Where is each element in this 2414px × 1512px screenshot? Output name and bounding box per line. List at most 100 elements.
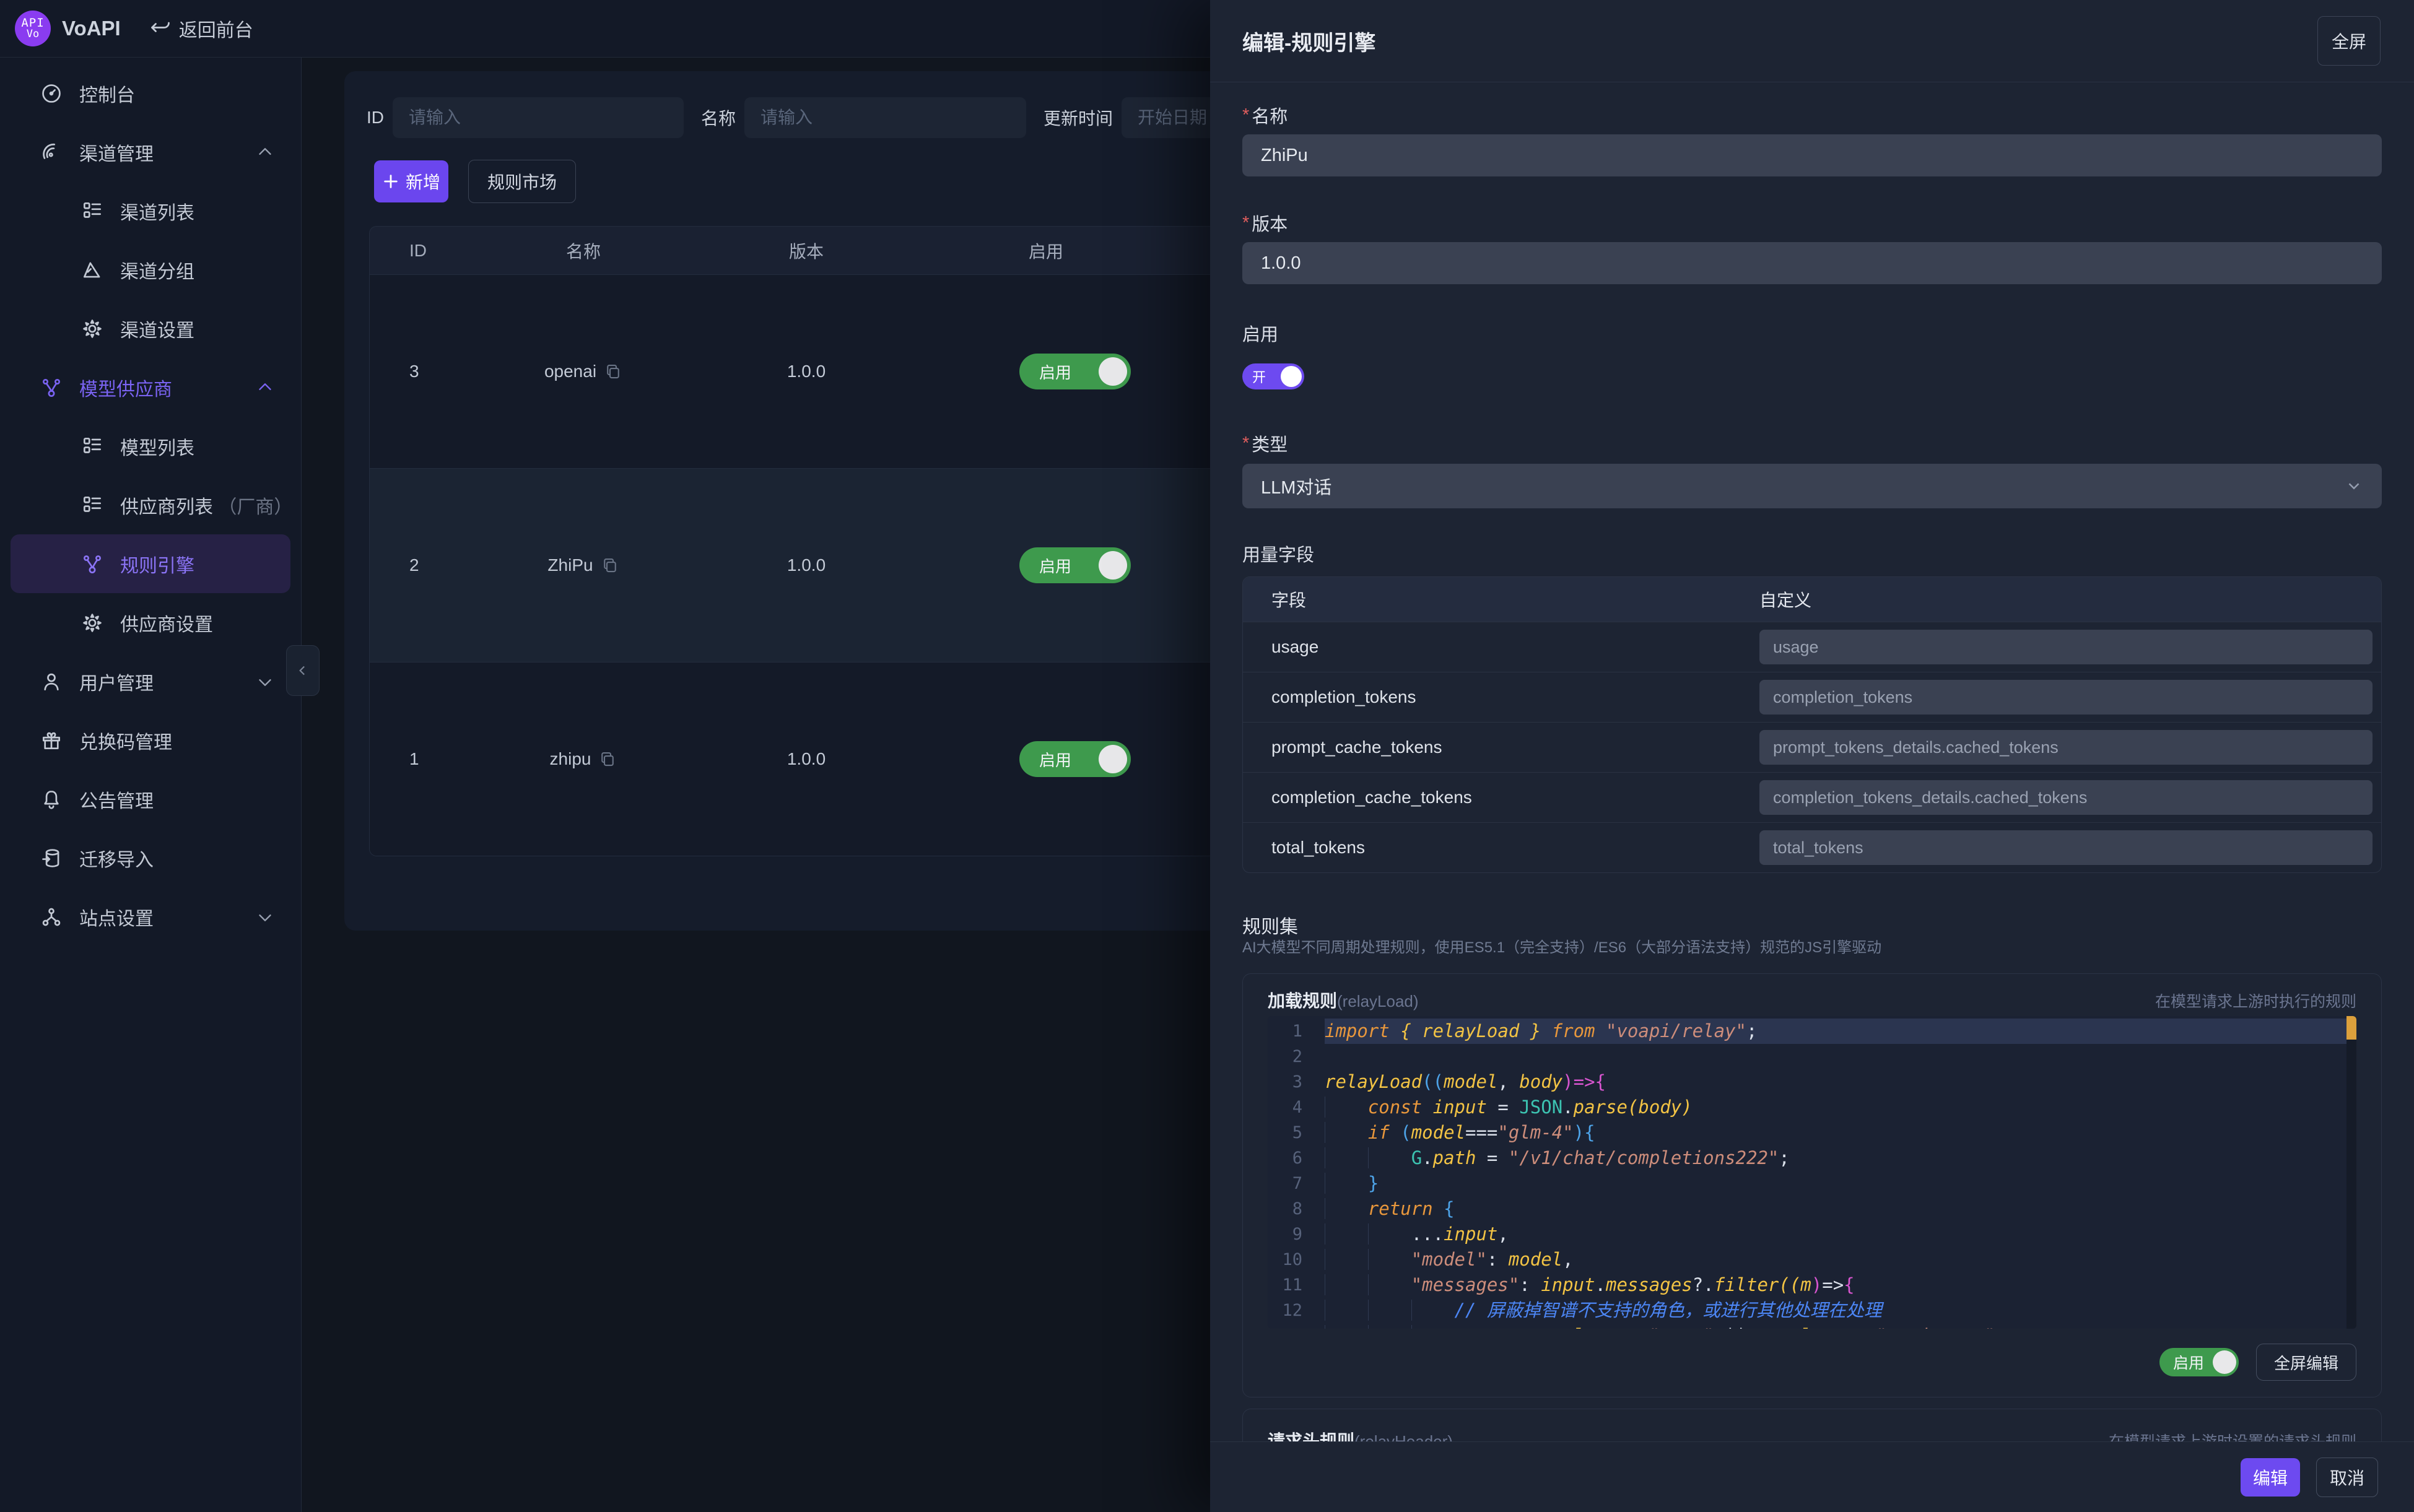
- drawer-header: 编辑-规则引擎 全屏: [1210, 0, 2414, 82]
- filter-name-input[interactable]: [744, 97, 1026, 138]
- cancel-button[interactable]: 取消: [2316, 1458, 2378, 1497]
- type-select[interactable]: LLM对话: [1242, 464, 2382, 508]
- sidebar-item-迁移导入[interactable]: 迁移导入: [11, 828, 290, 887]
- sidebar-item-兑换码管理[interactable]: 兑换码管理: [11, 711, 290, 770]
- drawer-body: 名称 版本 启用 开 类型 LLM对话 用量字段 字段 自定义 usagecom…: [1210, 82, 2414, 1441]
- code-line-content: }: [1325, 1171, 2356, 1196]
- line-number: 5: [1268, 1120, 1325, 1145]
- group-icon: [81, 258, 104, 282]
- editor-scrollbar-thumb[interactable]: [2346, 1016, 2356, 1040]
- code-line[interactable]: 5 if (model==="glm-4"){: [1268, 1120, 2356, 1145]
- line-number: 13: [1268, 1323, 1325, 1329]
- ruleset-description: AI大模型不同周期处理规则，使用ES5.1（完全支持）/ES6（大部分语法支持）…: [1242, 936, 2382, 955]
- code-line[interactable]: 11 "messages": input.messages?.filter((m…: [1268, 1272, 2356, 1298]
- code-line-content: [1325, 1044, 2356, 1069]
- row-id: 3: [370, 362, 487, 381]
- enable-toggle[interactable]: 开: [1242, 363, 1304, 389]
- relay-header-tag: (relayHeader): [1354, 1432, 1453, 1441]
- sidebar-item-suffix: （厂商）: [213, 497, 292, 518]
- line-number: 1: [1268, 1019, 1325, 1044]
- fullscreen-button[interactable]: 全屏: [2317, 16, 2381, 66]
- branch-icon: [81, 552, 104, 576]
- code-line[interactable]: 8 return {: [1268, 1196, 2356, 1222]
- sidebar-item-label: 渠道管理: [79, 139, 154, 166]
- sidebar-item-规则引擎[interactable]: 规则引擎: [11, 534, 290, 593]
- code-line[interactable]: 13 return m.role === "user" || m.role ==…: [1268, 1323, 2356, 1329]
- usage-custom-input-prompt_cache_tokens[interactable]: [1759, 730, 2373, 765]
- code-line-content: return {: [1325, 1196, 2356, 1222]
- usage-custom-input-total_tokens[interactable]: [1759, 830, 2373, 865]
- line-number: 11: [1268, 1272, 1325, 1298]
- back-label: 返回前台: [179, 15, 253, 42]
- code-line[interactable]: 2: [1268, 1044, 2356, 1069]
- voapi-logo-icon: API Vo: [15, 11, 51, 46]
- fullscreen-edit-button[interactable]: 全屏编辑: [2256, 1344, 2356, 1381]
- gear-icon: [81, 317, 104, 341]
- relay-load-panel-footer: 启用 全屏编辑: [1268, 1344, 2356, 1381]
- filter-id-input[interactable]: [393, 97, 684, 138]
- code-line[interactable]: 4 const input = JSON.parse(body): [1268, 1095, 2356, 1120]
- sidebar: 控制台渠道管理渠道列表渠道分组渠道设置模型供应商模型列表供应商列表 （厂商） 规则…: [0, 58, 302, 1512]
- sidebar-item-渠道设置[interactable]: 渠道设置: [11, 299, 290, 358]
- code-line-content: const input = JSON.parse(body): [1325, 1095, 2356, 1120]
- name-field-input[interactable]: [1242, 134, 2382, 176]
- code-line[interactable]: 7 }: [1268, 1171, 2356, 1196]
- submit-edit-button[interactable]: 编辑: [2241, 1458, 2300, 1497]
- relay-header-hint: 在模型请求上游时设置的请求头规则: [2109, 1430, 2356, 1441]
- row-enable-toggle[interactable]: 启用: [1019, 354, 1131, 389]
- sidebar-item-渠道分组[interactable]: 渠道分组: [11, 240, 290, 299]
- gift-icon: [40, 729, 63, 752]
- rule-enable-toggle[interactable]: 启用: [2159, 1348, 2239, 1376]
- column-header-名称: 名称: [487, 238, 679, 263]
- editor-scrollbar-track[interactable]: [2346, 1016, 2356, 1329]
- copy-icon[interactable]: [598, 750, 617, 768]
- chevron-down-icon: [255, 671, 276, 692]
- sidebar-item-label: 渠道设置: [120, 315, 194, 342]
- code-line[interactable]: 3relayLoad((model, body)=>{: [1268, 1069, 2356, 1095]
- rule-market-button[interactable]: 规则市场: [468, 160, 576, 203]
- sidebar-item-供应商设置[interactable]: 供应商设置: [11, 593, 290, 652]
- sidebar-item-label: 供应商列表 （厂商）: [120, 492, 292, 519]
- sidebar-item-label: 兑换码管理: [79, 727, 172, 754]
- broadcast-icon: [40, 141, 63, 164]
- line-number: 2: [1268, 1044, 1325, 1069]
- version-field-input[interactable]: [1242, 242, 2382, 284]
- sidebar-item-控制台[interactable]: 控制台: [11, 64, 290, 123]
- code-line[interactable]: 10 "model": model,: [1268, 1247, 2356, 1272]
- row-enable-toggle[interactable]: 启用: [1019, 741, 1131, 777]
- row-version: 1.0.0: [679, 362, 933, 381]
- branch-icon: [40, 376, 63, 399]
- add-button[interactable]: 新增: [374, 160, 448, 202]
- sidebar-collapse-button[interactable]: [286, 645, 320, 696]
- sidebar-item-站点设置[interactable]: 站点设置: [11, 887, 290, 946]
- usage-field-name: total_tokens: [1243, 838, 1759, 858]
- copy-icon[interactable]: [601, 556, 619, 575]
- sidebar-item-模型供应商[interactable]: 模型供应商: [11, 358, 290, 417]
- code-line-content: relayLoad((model, body)=>{: [1325, 1069, 2356, 1095]
- row-id: 2: [370, 555, 487, 575]
- usage-custom-input-completion_cache_tokens[interactable]: [1759, 780, 2373, 815]
- toolbar: 新增 规则市场: [374, 160, 576, 203]
- sidebar-item-供应商列表[interactable]: 供应商列表 （厂商）: [11, 476, 290, 534]
- usage-custom-input-completion_tokens[interactable]: [1759, 680, 2373, 715]
- sidebar-item-公告管理[interactable]: 公告管理: [11, 770, 290, 828]
- code-line[interactable]: 9 ...input,: [1268, 1222, 2356, 1247]
- code-line[interactable]: 6 G.path = "/v1/chat/completions222";: [1268, 1145, 2356, 1171]
- copy-icon[interactable]: [604, 362, 622, 381]
- usage-custom-input-usage[interactable]: [1759, 630, 2373, 664]
- sidebar-item-模型列表[interactable]: 模型列表: [11, 417, 290, 476]
- back-to-front-link[interactable]: 返回前台: [149, 15, 253, 42]
- sidebar-item-渠道管理[interactable]: 渠道管理: [11, 123, 290, 181]
- sidebar-item-用户管理[interactable]: 用户管理: [11, 652, 290, 711]
- sidebar-item-渠道列表[interactable]: 渠道列表: [11, 181, 290, 240]
- enable-field-label: 启用: [1242, 323, 2382, 344]
- row-name: ZhiPu: [487, 555, 679, 575]
- sidebar-item-label: 用户管理: [79, 668, 154, 695]
- code-line[interactable]: 12 // 屏蔽掉智谱不支持的角色，或进行其他处理在处理: [1268, 1298, 2356, 1323]
- code-editor[interactable]: 1import { relayLoad } from "voapi/relay"…: [1268, 1016, 2356, 1329]
- usage-field-row: completion_cache_tokens: [1243, 772, 2381, 822]
- filter-id-label: ID: [367, 108, 384, 128]
- code-line[interactable]: 1import { relayLoad } from "voapi/relay"…: [1268, 1019, 2356, 1044]
- line-number: 9: [1268, 1222, 1325, 1247]
- row-enable-toggle[interactable]: 启用: [1019, 547, 1131, 583]
